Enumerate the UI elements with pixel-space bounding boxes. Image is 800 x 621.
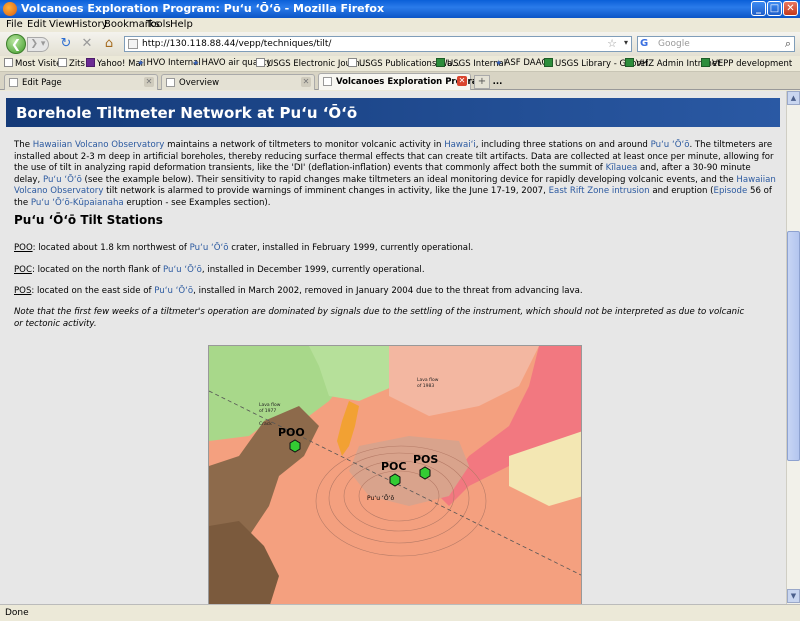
link-kilauea[interactable]: Kīlauea <box>606 163 638 173</box>
bookmark-icon <box>58 58 67 67</box>
map-small-label: Crack <box>259 421 272 427</box>
intro-paragraph: The Hawaiian Volcano Observatory maintai… <box>14 140 776 208</box>
tab-favicon <box>166 78 175 87</box>
link-east-rift-zone[interactable]: East Rift Zone intrusion <box>549 186 650 196</box>
tilt-station-map: Lava flow of 1977 Crack Lava flow of 198… <box>208 345 582 604</box>
tab-close-icon[interactable]: ✕ <box>301 77 311 87</box>
station-poo: POO: located about 1.8 km northwest of P… <box>14 243 474 253</box>
window-titlebar: Volcanoes Exploration Program: Pu‘u ‘Ō‘ō… <box>0 0 800 18</box>
bookmarks-toolbar: Most Visited Zits Yahoo! Mail ✦ HVO Inter… <box>0 56 800 72</box>
bookmark-icon: ✦ <box>137 59 145 69</box>
station-marker-pos <box>419 466 431 480</box>
tab-edit-page[interactable]: Edit Page ✕ <box>4 74 158 90</box>
search-bar[interactable]: G Google ⌕ <box>637 36 795 52</box>
bookmark-vepp-development[interactable]: VEPP development <box>701 58 792 69</box>
usgs-icon <box>436 58 445 67</box>
station-poc: POC: located on the north flank of Pu‘u … <box>14 265 425 275</box>
station-marker-poc <box>389 473 401 487</box>
home-icon[interactable]: ⌂ <box>102 37 116 51</box>
usgs-icon <box>701 58 710 67</box>
url-bar[interactable]: http://130.118.88.44/vepp/techniques/til… <box>124 36 632 52</box>
link-puuoo[interactable]: Pu‘u ‘Ō‘ō <box>163 265 202 275</box>
page-favicon <box>128 39 138 49</box>
map-image: Lava flow of 1977 Crack Lava flow of 198… <box>209 346 581 604</box>
back-button[interactable]: ❮ <box>6 34 26 54</box>
link-puuoo[interactable]: Pu‘u ‘Ō‘ō <box>651 140 690 150</box>
stations-heading: Pu‘u ‘Ō‘ō Tilt Stations <box>14 213 163 227</box>
url-dropdown-icon[interactable]: ▾ <box>624 38 628 47</box>
link-kupaianaha[interactable]: Pu‘u ‘Ō‘ō-Kūpaianaha <box>31 198 124 208</box>
search-placeholder: Google <box>658 39 690 49</box>
tab-bar: Edit Page ✕ Overview ✕ Volcanoes Explora… <box>0 72 800 90</box>
station-code[interactable]: POO <box>14 243 33 253</box>
tab-close-icon[interactable]: ✕ <box>457 76 467 86</box>
tab-favicon <box>9 78 18 87</box>
minimize-button[interactable]: _ <box>751 1 766 16</box>
menu-help[interactable]: Help <box>170 19 193 30</box>
reload-icon[interactable]: ↻ <box>59 37 73 51</box>
link-puuoo[interactable]: Pu‘u ‘Ō‘ō <box>190 243 229 253</box>
page-banner: Borehole Tiltmeter Network at Pu‘u ‘Ō‘ō <box>6 98 780 127</box>
scroll-up-icon[interactable]: ▲ <box>787 91 800 105</box>
bookmark-icon <box>256 58 265 67</box>
maximize-button[interactable]: □ <box>767 1 782 16</box>
navigation-toolbar: ❮ ❯ ▾ ↻ ✕ ⌂ http://130.118.88.44/vepp/te… <box>0 32 800 56</box>
bookmark-asf-daac[interactable]: ✦ ASF DAAC <box>495 58 547 69</box>
menu-history[interactable]: History <box>72 19 108 30</box>
firefox-icon <box>3 2 17 16</box>
menu-bar: File Edit View History Bookmarks Tools H… <box>0 18 800 32</box>
window-title: Volcanoes Exploration Program: Pu‘u ‘Ō‘ō… <box>21 2 385 15</box>
tab-close-icon[interactable]: ✕ <box>144 77 154 87</box>
page-content: Borehole Tiltmeter Network at Pu‘u ‘Ō‘ō … <box>0 91 786 604</box>
menu-view[interactable]: View <box>49 19 73 30</box>
station-code[interactable]: POC <box>14 265 32 275</box>
vertical-scrollbar[interactable]: ▲ ▼ <box>786 91 800 604</box>
link-puuoo[interactable]: Pu‘u ‘Ō‘ō <box>154 286 193 296</box>
menu-tools[interactable]: Tools <box>146 19 171 30</box>
tab-favicon <box>323 77 332 86</box>
menu-edit[interactable]: Edit <box>27 19 46 30</box>
link-puuoo[interactable]: Pu‘u ‘Ō‘ō <box>43 175 82 185</box>
status-bar: Done <box>0 604 800 621</box>
map-small-label: Lava flow <box>259 402 281 408</box>
map-label-poc: POC <box>381 460 407 473</box>
usgs-icon <box>625 58 634 67</box>
map-label-poo: POO <box>278 426 305 439</box>
stop-icon[interactable]: ✕ <box>80 37 94 51</box>
bookmark-icon: ✦ <box>495 59 503 69</box>
yahoo-icon <box>86 58 95 67</box>
bookmark-icon: ✦ <box>192 59 200 69</box>
bookmark-star-icon[interactable]: ☆ <box>607 37 617 50</box>
bookmark-icon <box>4 58 13 67</box>
settling-note: Note that the first few weeks of a tiltm… <box>14 307 745 329</box>
tab-volcanoes-exploration[interactable]: Volcanoes Exploration Program: ... ✕ <box>318 73 502 90</box>
url-text: http://130.118.88.44/vepp/techniques/til… <box>142 39 332 49</box>
map-small-label: Lava flow <box>417 377 439 383</box>
map-vent-label: Pu‘u ‘Ō‘ō <box>367 495 394 502</box>
page-title: Borehole Tiltmeter Network at Pu‘u ‘Ō‘ō <box>16 104 358 122</box>
link-hawaii[interactable]: Hawai‘i <box>444 140 476 150</box>
map-small-label: of 1977 <box>259 408 276 414</box>
status-text: Done <box>5 608 29 618</box>
search-icon[interactable]: ⌕ <box>785 37 791 51</box>
scroll-down-icon[interactable]: ▼ <box>787 589 800 603</box>
forward-button[interactable]: ❯ ▾ <box>27 37 49 52</box>
bookmark-icon <box>348 58 357 67</box>
bookmark-zits[interactable]: Zits <box>58 58 85 69</box>
google-icon[interactable]: G <box>640 38 652 50</box>
usgs-icon <box>544 58 553 67</box>
station-code[interactable]: POS <box>14 286 31 296</box>
tab-overview[interactable]: Overview ✕ <box>161 74 315 90</box>
link-hvo[interactable]: Hawaiian Volcano Observatory <box>33 140 165 150</box>
new-tab-button[interactable]: + <box>474 75 490 89</box>
map-small-label: of 1983 <box>417 383 434 389</box>
menu-file[interactable]: File <box>6 19 23 30</box>
scroll-thumb[interactable] <box>787 231 800 461</box>
station-pos: POS: located on the east side of Pu‘u ‘Ō… <box>14 286 583 296</box>
link-episode[interactable]: Episode <box>714 186 748 196</box>
close-button[interactable]: ✕ <box>783 1 798 16</box>
station-marker-poo <box>289 439 301 453</box>
map-label-pos: POS <box>413 453 438 466</box>
